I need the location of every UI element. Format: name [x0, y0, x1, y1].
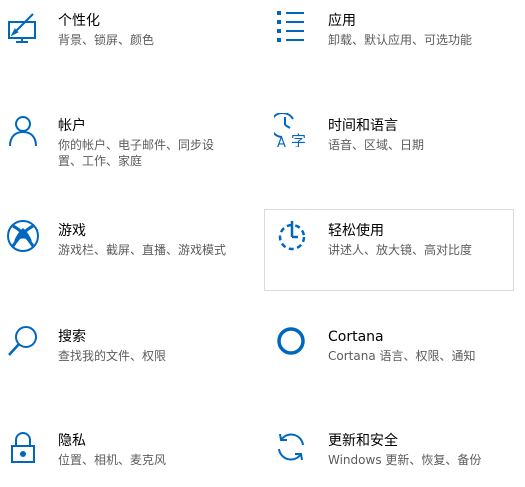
- tile-title: 应用: [328, 13, 356, 29]
- tile-time-language[interactable]: A 字 时间和语言 语音、区域、日期: [264, 105, 514, 197]
- personalization-icon: [6, 10, 40, 44]
- tile-accounts[interactable]: 帐户 你的帐户、电子邮件、同步设 置、工作、家庭: [0, 105, 262, 197]
- tile-title: 游戏: [58, 223, 86, 239]
- tile-title: 隐私: [58, 433, 86, 449]
- tile-description: Windows 更新、恢复、备份: [328, 453, 482, 467]
- tile-description: Cortana 语言、权限、通知: [328, 349, 476, 363]
- svg-text:A: A: [277, 136, 286, 147]
- tile-title: 时间和语言: [328, 118, 398, 134]
- tile-gaming[interactable]: 游戏 游戏栏、截屏、直播、游戏模式: [0, 210, 262, 302]
- xbox-icon: [6, 219, 40, 253]
- tile-description: 置、工作、家庭: [58, 154, 143, 168]
- tile-cortana[interactable]: Cortana Cortana 语言、权限、通知: [264, 316, 514, 408]
- cortana-icon: [274, 324, 308, 358]
- tile-search[interactable]: 搜索 查找我的文件、权限: [0, 316, 262, 408]
- tile-ease-of-access[interactable]: 轻松使用 讲述人、放大镜、高对比度: [264, 209, 514, 291]
- search-icon: [6, 324, 40, 358]
- tile-personalization[interactable]: 个性化 背景、锁屏、颜色: [0, 0, 262, 92]
- tile-description: 游戏栏、截屏、直播、游戏模式: [58, 243, 227, 257]
- tile-description: 查找我的文件、权限: [58, 349, 167, 363]
- tile-description: 背景、锁屏、颜色: [58, 33, 155, 47]
- tile-title: 搜索: [58, 329, 86, 345]
- tile-description: 卸载、默认应用、可选功能: [328, 33, 473, 47]
- sync-icon: [274, 430, 308, 464]
- tile-description: 位置、相机、麦克风: [58, 453, 167, 467]
- ease-of-access-icon: [275, 218, 309, 252]
- tile-apps[interactable]: 应用 卸载、默认应用、可选功能: [264, 0, 514, 92]
- svg-text:字: 字: [291, 132, 306, 147]
- apps-icon: [274, 8, 308, 42]
- tile-update-security[interactable]: 更新和安全 Windows 更新、恢复、备份: [264, 422, 514, 487]
- tile-title: Cortana: [328, 329, 384, 345]
- tile-description: 讲述人、放大镜、高对比度: [328, 243, 473, 257]
- tile-title: 轻松使用: [328, 223, 384, 239]
- tile-privacy[interactable]: 隐私 位置、相机、麦克风: [0, 422, 262, 487]
- tile-title: 帐户: [58, 118, 86, 134]
- lock-icon: [6, 430, 40, 464]
- tile-title: 更新和安全: [328, 433, 398, 449]
- tile-title: 个性化: [58, 13, 100, 29]
- tile-description: 语音、区域、日期: [328, 138, 425, 152]
- time-language-icon: A 字: [274, 113, 308, 147]
- account-icon: [6, 113, 40, 147]
